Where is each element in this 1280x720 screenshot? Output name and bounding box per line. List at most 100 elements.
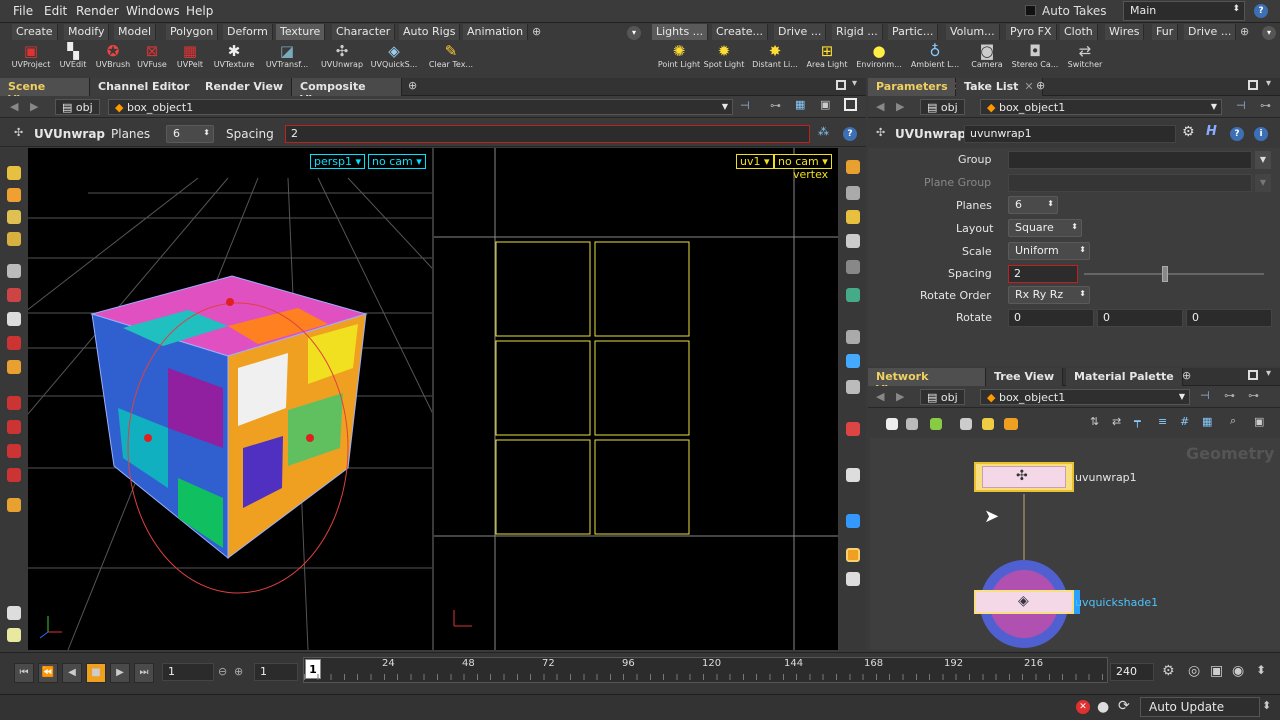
gear-icon[interactable]: ⚙ (1182, 124, 1195, 140)
back-arrow-icon[interactable]: ◀ (876, 100, 884, 113)
color-palette-icon[interactable] (930, 418, 942, 430)
brush-tool-icon[interactable] (7, 336, 21, 350)
path-root[interactable]: ▤ obj (920, 99, 965, 115)
view-tool-icon[interactable] (7, 264, 21, 278)
shelf-menu-icon[interactable]: ▾ (1262, 26, 1276, 40)
add-tab-icon[interactable]: ⊕ (532, 25, 541, 38)
tab-network-view[interactable]: Network View✕ (868, 368, 986, 396)
tool-area-light[interactable]: ⊞ Area Light (798, 42, 856, 76)
tool-uvquickshade[interactable]: ◈ UVQuickS... (365, 42, 423, 76)
pin-icon[interactable]: ⊣ (1200, 389, 1210, 402)
param-rotate-x[interactable]: 0 (1008, 309, 1094, 327)
grid-snap-icon[interactable]: ▦ (1202, 415, 1212, 428)
path-root[interactable]: ▤ obj (920, 389, 965, 405)
textured-cube[interactable] (90, 275, 368, 594)
cam-menu[interactable]: no cam ▾ (368, 154, 426, 169)
link-icon[interactable]: ⊶ (1224, 389, 1235, 402)
back-arrow-icon[interactable]: ◀ (876, 390, 884, 403)
layout-vertical-icon[interactable]: ⇅ (1090, 415, 1099, 428)
tab-material-palette[interactable]: Material Palette (1066, 368, 1183, 386)
menu-help[interactable]: Help (186, 4, 213, 18)
flipbook-icon[interactable] (7, 628, 21, 642)
update-mode-select[interactable]: Auto Update (1140, 697, 1260, 717)
param-scale-menu[interactable]: Uniform ⬍ (1008, 242, 1090, 260)
shelf-tab-texture[interactable]: Texture (276, 24, 326, 40)
bundle-icon[interactable] (1004, 418, 1018, 430)
go-to-end-button[interactable]: ⏭ (134, 663, 154, 683)
chat-icon[interactable]: ● (1097, 699, 1109, 715)
sticky-note-icon[interactable] (982, 418, 994, 430)
tool-uvunwrap[interactable]: ✣ UVUnwrap (313, 42, 371, 76)
shelf-tab-drive2[interactable]: Drive ... (1184, 24, 1237, 40)
update-mode-icon[interactable]: ⟳ (1118, 698, 1130, 714)
help-icon[interactable]: ? (1230, 127, 1244, 141)
group-menu-button[interactable]: ▼ (1255, 151, 1271, 169)
help-icon[interactable]: ? (1254, 4, 1268, 18)
tool-clear-texture[interactable]: ✎ Clear Tex... (422, 42, 480, 76)
snapshot-icon[interactable]: ▣ (820, 98, 830, 111)
light-bulb-icon[interactable] (846, 210, 860, 224)
snap-grid-icon[interactable] (7, 396, 21, 410)
tab-scene-view[interactable]: Scene View✕ (0, 78, 90, 106)
pane-menu-icon[interactable]: ▾ (852, 78, 857, 89)
pink-box-icon[interactable] (846, 422, 860, 436)
shelf-tab-create2[interactable]: Create... (712, 24, 769, 40)
houdini-help-icon[interactable]: H (1206, 124, 1217, 139)
render-region-icon[interactable] (7, 606, 21, 620)
uv-cam-menu[interactable]: no cam ▾ (774, 154, 832, 169)
pin-icon[interactable]: ⊣ (740, 99, 750, 112)
shelf-tab-character[interactable]: Character (332, 24, 396, 40)
ghost-icon[interactable] (846, 260, 860, 274)
link-icon[interactable]: ⊶ (770, 99, 781, 112)
step-back-button[interactable]: ◀ (62, 663, 82, 683)
tool-environment-light[interactable]: ● Environm... (850, 42, 908, 76)
shelf-tab-deform[interactable]: Deform (223, 24, 273, 40)
tab-channel-editor[interactable]: Channel Editor (90, 78, 199, 96)
frame-all-icon[interactable]: ▣ (1254, 415, 1264, 428)
path-node[interactable]: ◆ box_object1 ▼ (980, 99, 1222, 115)
shelf-tab-auto-rigs[interactable]: Auto Rigs (399, 24, 461, 40)
magnet-tool-icon[interactable] (7, 360, 21, 374)
viewport-uv[interactable]: uv1 ▾ no cam ▾ vertex (434, 148, 838, 650)
param-rotate-z[interactable]: 0 (1186, 309, 1272, 327)
pane-menu-icon[interactable]: ▾ (1266, 368, 1271, 379)
current-frame-field[interactable]: 1 (162, 663, 214, 681)
tool-options-icon[interactable]: ⁂ (818, 125, 829, 138)
tab-tree-view[interactable]: Tree View (986, 368, 1064, 386)
param-group-field[interactable] (1008, 151, 1252, 169)
add-tab-icon[interactable]: ⊕ (1240, 25, 1249, 38)
new-sticky-icon[interactable] (886, 418, 898, 430)
planes-field[interactable]: 6 ⬍ (166, 125, 214, 143)
shelf-tab-cloth[interactable]: Cloth (1060, 24, 1098, 40)
visibility-icon[interactable] (846, 380, 860, 394)
background-image-icon[interactable] (846, 514, 860, 528)
template-icon[interactable] (846, 468, 860, 482)
shelf-tab-modify[interactable]: Modify (64, 24, 110, 40)
normals-icon[interactable] (846, 330, 860, 344)
shelf-tab-polygon[interactable]: Polygon (166, 24, 219, 40)
maximize-icon[interactable] (1248, 80, 1258, 90)
pose-tool-icon[interactable] (7, 312, 21, 326)
plane-group-menu-button[interactable]: ▼ (1255, 174, 1271, 192)
viewport-3d[interactable]: persp1 ▾ no cam ▾ (28, 148, 432, 650)
handle-tool-icon[interactable] (7, 288, 21, 302)
shelf-tab-partic[interactable]: Partic... (888, 24, 939, 40)
keyframe-icon[interactable]: ▣ (1210, 663, 1223, 679)
tool-uvtexture[interactable]: ✱ UVTexture (205, 42, 263, 76)
param-rotate-order-menu[interactable]: Rx Ry Rz ⬍ (1008, 286, 1090, 304)
uv-viewport-icon[interactable] (846, 548, 860, 562)
snapshot-icon[interactable] (960, 418, 972, 430)
shelf-tab-animation[interactable]: Animation (463, 24, 529, 40)
audio-icon[interactable]: ◎ (1188, 663, 1200, 679)
shelf-menu-icon[interactable]: ▾ (627, 26, 641, 40)
forward-arrow-icon[interactable]: ▶ (30, 100, 38, 113)
shelf-tab-wires[interactable]: Wires (1105, 24, 1145, 40)
add-tab-icon[interactable]: ⊕ (1182, 369, 1191, 382)
updown-arrows-icon[interactable]: ⬍ (1262, 699, 1271, 712)
uv-attribute-menu[interactable]: uv1 ▾ (736, 154, 774, 169)
lighting-icon[interactable] (846, 186, 860, 200)
realtime-toggle-icon[interactable]: ⚙ (1162, 663, 1175, 679)
display-options-icon[interactable] (846, 160, 860, 174)
pin-icon[interactable]: ⊣ (1236, 99, 1246, 112)
uv-islands[interactable] (495, 241, 690, 535)
